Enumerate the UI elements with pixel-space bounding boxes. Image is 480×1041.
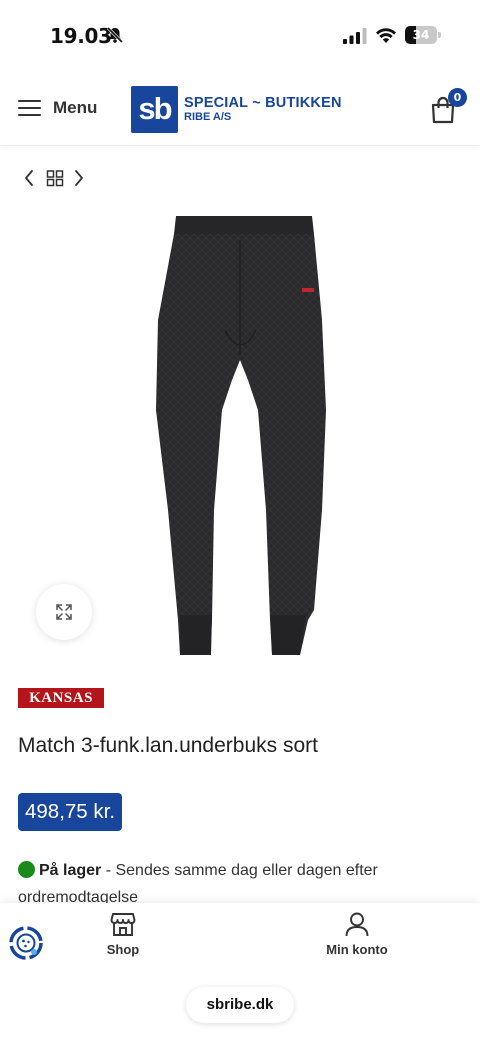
site-logo[interactable]: sb SPECIAL ~ BUTIKKEN RIBE A/S (131, 85, 351, 133)
status-time: 19.03 (50, 24, 112, 48)
battery-icon: 34 (405, 26, 441, 44)
grid-icon[interactable] (46, 168, 64, 188)
bottom-navigation: Shop Min konto sbribe.dk (0, 903, 480, 1041)
product-price: 498,75 kr. (18, 793, 123, 831)
store-icon (110, 913, 136, 936)
site-header: Menu sb SPECIAL ~ BUTIKKEN RIBE A/S 0 (0, 70, 480, 146)
tab-account-label: Min konto (326, 942, 388, 957)
product-navigation (22, 168, 102, 188)
logo-mark: sb (131, 85, 178, 133)
product-image[interactable] (150, 210, 330, 660)
stock-separator: - (101, 862, 116, 879)
menu-button[interactable]: Menu (18, 94, 97, 122)
status-bar: 19.03 34 (0, 0, 480, 70)
expand-icon (56, 604, 72, 620)
product-title: Match 3-funk.lan.underbuks sort (18, 734, 318, 757)
chevron-left-icon[interactable] (22, 168, 36, 188)
wifi-icon (376, 28, 396, 43)
cart-count-badge: 0 (448, 88, 467, 107)
tab-shop-label: Shop (106, 942, 140, 957)
browser-url-bar[interactable]: sbribe.dk (186, 987, 294, 1023)
logo-subname: RIBE A/S (184, 110, 232, 123)
tab-shop[interactable]: Shop (98, 911, 148, 971)
in-stock-dot-icon (18, 861, 35, 878)
menu-label: Menu (53, 98, 98, 117)
battery-level: 34 (412, 28, 430, 42)
chevron-right-icon[interactable] (72, 168, 86, 188)
cookie-settings-icon[interactable] (8, 925, 44, 961)
brand-logo[interactable]: KANSAS (18, 688, 104, 708)
bell-slash-icon (106, 26, 124, 44)
cart-button[interactable]: 0 (430, 88, 468, 126)
signal-icon (343, 28, 367, 44)
zoom-button[interactable] (36, 584, 92, 640)
tab-account[interactable]: Min konto (322, 911, 392, 971)
stock-label: På lager (39, 862, 102, 879)
user-icon (345, 912, 369, 937)
hamburger-icon (18, 99, 41, 117)
logo-name: SPECIAL ~ BUTIKKEN (184, 94, 342, 111)
